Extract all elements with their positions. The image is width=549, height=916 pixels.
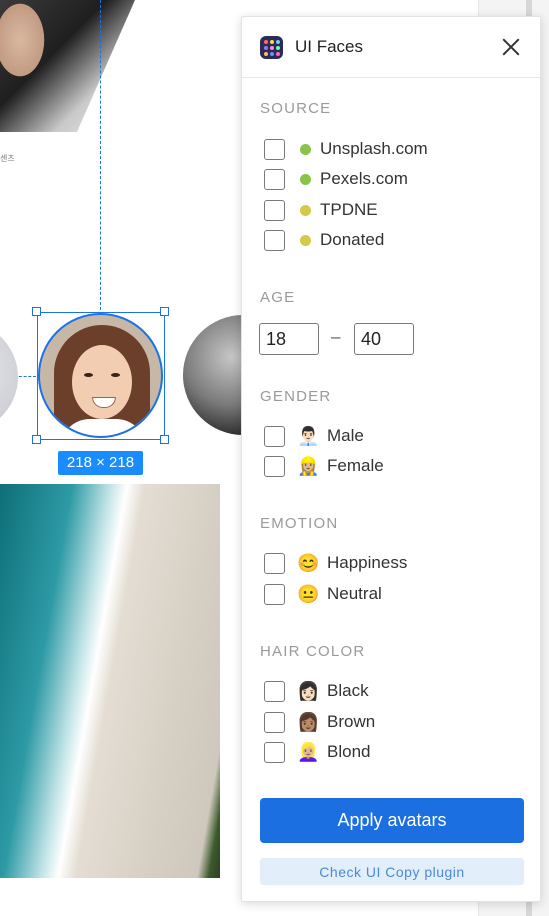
selection-size-badge: 218 × 218 bbox=[58, 451, 143, 475]
apply-avatars-button[interactable]: Apply avatars bbox=[260, 798, 524, 843]
woman-black-hair-icon: 👩🏻 bbox=[297, 680, 320, 701]
option-label: Blond bbox=[327, 742, 371, 761]
hair-option-brown[interactable]: 👩🏽 Brown bbox=[264, 711, 375, 733]
option-label: Neutral bbox=[327, 584, 382, 603]
age-min-input[interactable] bbox=[259, 323, 319, 355]
gender-option-female[interactable]: 👷🏼‍♀️ Female bbox=[264, 455, 384, 477]
ui-faces-plugin-panel: UI Faces SOURCE Unsplash.com Pexels.com … bbox=[241, 16, 541, 902]
checkbox[interactable] bbox=[264, 199, 285, 221]
option-label: Brown bbox=[327, 712, 376, 731]
option-label: Female bbox=[327, 456, 384, 475]
checkbox[interactable] bbox=[264, 455, 285, 477]
age-max-input[interactable] bbox=[354, 323, 414, 355]
section-label-source: SOURCE bbox=[260, 100, 332, 117]
status-dot-icon bbox=[300, 173, 311, 185]
option-label: TPDNE bbox=[320, 200, 378, 219]
smart-guide-vertical bbox=[100, 0, 101, 310]
option-label: Donated bbox=[320, 230, 385, 249]
canvas-photo-woman[interactable] bbox=[0, 0, 135, 132]
status-dot-icon bbox=[300, 143, 311, 155]
source-option-unsplash[interactable]: Unsplash.com bbox=[264, 138, 428, 160]
source-option-tpdne[interactable]: TPDNE bbox=[264, 199, 378, 221]
resize-handle-top-right[interactable] bbox=[160, 307, 169, 316]
option-label: Unsplash.com bbox=[320, 139, 428, 158]
checkbox[interactable] bbox=[264, 741, 285, 763]
checkbox[interactable] bbox=[264, 552, 285, 574]
resize-handle-bottom-left[interactable] bbox=[32, 435, 41, 444]
neutral-face-icon: 😐 bbox=[297, 583, 320, 604]
checkbox[interactable] bbox=[264, 425, 285, 447]
option-label: Black bbox=[327, 681, 369, 700]
resize-handle-bottom-right[interactable] bbox=[160, 435, 169, 444]
selection-box bbox=[37, 312, 165, 440]
hair-option-blond[interactable]: 👱🏼‍♀️ Blond bbox=[264, 741, 370, 763]
checkbox[interactable] bbox=[264, 680, 285, 702]
option-label: Happiness bbox=[327, 553, 408, 572]
option-label: Pexels.com bbox=[320, 169, 408, 188]
checkbox[interactable] bbox=[264, 583, 285, 605]
panel-title: UI Faces bbox=[295, 37, 364, 56]
avatar-circle-left[interactable] bbox=[0, 318, 18, 436]
status-dot-icon bbox=[300, 204, 311, 216]
source-option-pexels[interactable]: Pexels.com bbox=[264, 168, 408, 190]
section-label-age: AGE bbox=[260, 289, 296, 306]
resize-handle-top-left[interactable] bbox=[32, 307, 41, 316]
checkbox[interactable] bbox=[264, 168, 285, 190]
woman-blond-hair-icon: 👱🏼‍♀️ bbox=[297, 741, 320, 762]
close-icon[interactable] bbox=[500, 36, 522, 58]
checkbox[interactable] bbox=[264, 711, 285, 733]
woman-brown-hair-icon: 👩🏽 bbox=[297, 711, 320, 732]
male-person-icon: 👨🏻‍💼 bbox=[297, 425, 320, 446]
section-label-hair-color: HAIR COLOR bbox=[260, 643, 366, 660]
emotion-option-happiness[interactable]: 😊 Happiness bbox=[264, 552, 407, 574]
hair-option-black[interactable]: 👩🏻 Black bbox=[264, 680, 369, 702]
check-ui-copy-plugin-button[interactable]: Check UI Copy plugin bbox=[260, 858, 524, 885]
emotion-option-neutral[interactable]: 😐 Neutral bbox=[264, 583, 382, 605]
option-label: Male bbox=[327, 426, 364, 445]
canvas-photo-beach[interactable] bbox=[0, 484, 220, 878]
canvas-small-text: 센츠 bbox=[0, 154, 15, 163]
female-person-icon: 👷🏼‍♀️ bbox=[297, 455, 320, 476]
ui-faces-logo-icon bbox=[260, 36, 283, 59]
section-label-emotion: EMOTION bbox=[260, 515, 339, 532]
checkbox[interactable] bbox=[264, 138, 285, 160]
smiling-face-icon: 😊 bbox=[297, 552, 320, 573]
panel-header: UI Faces bbox=[242, 17, 540, 78]
section-label-gender: GENDER bbox=[260, 388, 332, 405]
source-option-donated[interactable]: Donated bbox=[264, 229, 384, 251]
checkbox[interactable] bbox=[264, 229, 285, 251]
age-range-separator: – bbox=[331, 327, 341, 346]
status-dot-icon bbox=[300, 234, 311, 246]
gender-option-male[interactable]: 👨🏻‍💼 Male bbox=[264, 425, 364, 447]
